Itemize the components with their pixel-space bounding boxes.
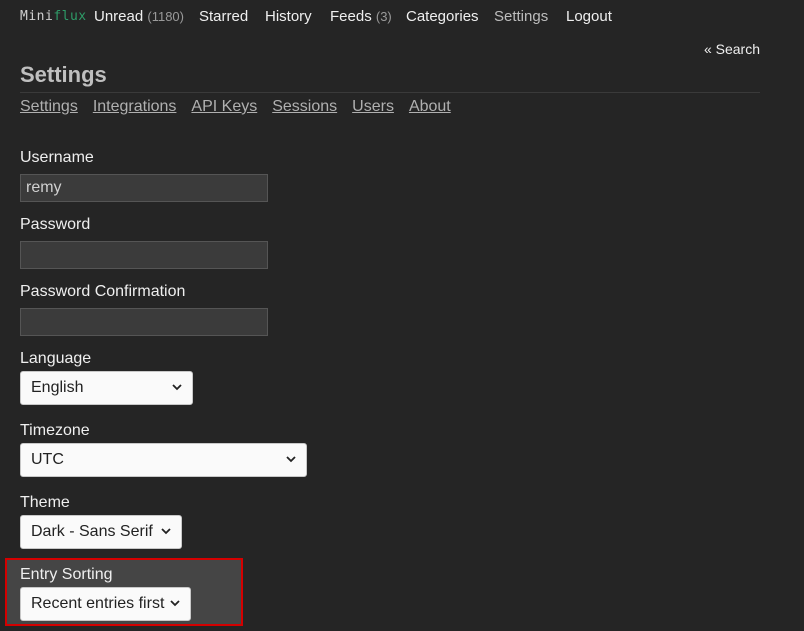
theme-select[interactable]: Dark - Sans Serif [20,515,182,549]
settings-subnav: Settings Integrations API Keys Sessions User… [20,98,466,116]
subnav-sessions[interactable]: Sessions [272,98,337,115]
chevron-down-icon [172,384,182,391]
username-input[interactable]: remy [20,174,268,202]
logo-flux: flux [53,9,87,24]
username-label: Username [20,149,94,166]
entry-sorting-select[interactable]: Recent entries first [20,587,191,621]
theme-selected: Dark - Sans Serif [31,523,153,540]
subnav-users[interactable]: Users [352,98,394,115]
password-confirmation-label: Password Confirmation [20,283,186,300]
nav-feeds-count: (3) [375,9,392,24]
nav-logout[interactable]: Logout [566,8,612,25]
chevron-down-icon [286,456,296,463]
app-logo[interactable]: Miniflux [20,9,87,24]
language-select[interactable]: English [20,371,193,405]
chevron-down-icon [170,600,180,607]
nav-feeds[interactable]: Feeds (3) [330,8,392,25]
nav-settings[interactable]: Settings [494,8,548,25]
title-divider [20,92,760,93]
search-link[interactable]: « Search [704,41,760,57]
subnav-integrations[interactable]: Integrations [93,98,177,115]
nav-unread-count: (1180) [147,9,184,24]
timezone-select[interactable]: UTC [20,443,307,477]
logo-mini: Mini [20,9,54,24]
theme-label: Theme [20,494,70,511]
subnav-settings[interactable]: Settings [20,98,78,115]
nav-history[interactable]: History [265,8,312,25]
entry-sorting-selected: Recent entries first [31,595,165,612]
nav-categories[interactable]: Categories [406,8,479,25]
language-selected: English [31,379,84,396]
subnav-about[interactable]: About [409,98,451,115]
entry-sorting-label: Entry Sorting [20,566,113,583]
nav-feeds-label: Feeds [330,8,372,25]
password-input[interactable] [20,241,268,269]
nav-starred[interactable]: Starred [199,8,248,25]
language-label: Language [20,350,92,367]
subnav-api-keys[interactable]: API Keys [191,98,257,115]
chevron-down-icon [161,528,171,535]
nav-unread[interactable]: Unread (1180) [94,8,184,25]
password-confirmation-input[interactable] [20,308,268,336]
password-label: Password [20,216,91,233]
timezone-label: Timezone [20,422,90,439]
timezone-selected: UTC [31,451,64,468]
page-title: Settings [20,62,107,87]
nav-unread-label: Unread [94,8,144,25]
